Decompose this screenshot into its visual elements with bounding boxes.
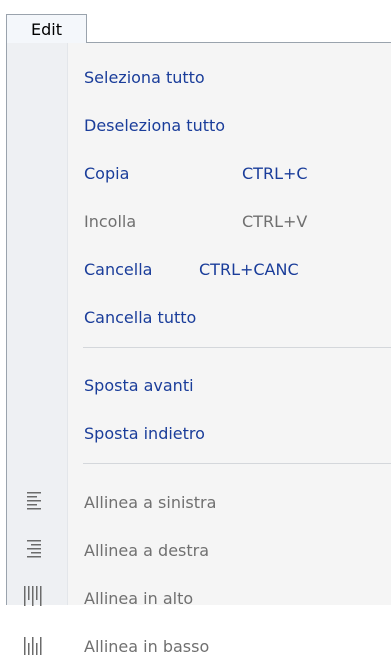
menu-item-label: Sposta indietro	[84, 423, 205, 443]
menu-item-label: Allinea a sinistra	[84, 492, 217, 512]
align-left-icon	[15, 491, 49, 513]
align-right-icon	[15, 539, 49, 561]
menu-item-label: Sposta avanti	[84, 375, 194, 395]
menu-item-label: Incolla	[84, 211, 137, 231]
menu-item-shortcut: CTRL+CANC	[199, 259, 299, 279]
menu-item-label: Cancella	[84, 259, 153, 279]
menu-item-allinea-alto[interactable]: Allinea in alto	[67, 579, 391, 617]
menu-item-label: Copia	[84, 163, 130, 183]
menu-item-allinea-destra[interactable]: Allinea a destra	[67, 531, 391, 569]
align-bottom-icon	[15, 633, 49, 655]
menu-item-label: Allinea in basso	[84, 636, 210, 656]
menu-item-cancella-tutto[interactable]: Cancella tutto	[67, 298, 391, 336]
menu-item-shortcut: CTRL+V	[242, 211, 308, 231]
menu-item-incolla[interactable]: Incolla CTRL+V	[67, 202, 391, 240]
edit-menu-label: Edit	[31, 19, 62, 39]
menu-item-shortcut: CTRL+C	[242, 163, 308, 183]
menu-item-deseleziona-tutto[interactable]: Deseleziona tutto	[67, 106, 391, 144]
menu-separator	[83, 463, 391, 464]
menu-icon-gutter	[7, 43, 68, 605]
menu-item-allinea-sinistra[interactable]: Allinea a sinistra	[67, 483, 391, 521]
menu-item-copia[interactable]: Copia CTRL+C	[67, 154, 391, 192]
menu-item-label: Allinea a destra	[84, 540, 210, 560]
menu-item-allinea-basso[interactable]: Allinea in basso	[67, 627, 391, 665]
edit-dropdown-menu: Seleziona tutto Deseleziona tutto Copia …	[6, 42, 391, 656]
menu-item-seleziona-tutto[interactable]: Seleziona tutto	[67, 58, 391, 96]
menu-item-label: Seleziona tutto	[84, 67, 205, 87]
edit-menu-tab[interactable]: Edit	[6, 14, 87, 43]
menu-item-label: Cancella tutto	[84, 307, 197, 327]
menu-item-cancella[interactable]: Cancella CTRL+CANC	[67, 250, 391, 288]
menu-separator	[83, 347, 391, 348]
menu-item-label: Deseleziona tutto	[84, 115, 226, 135]
menu-item-sposta-indietro[interactable]: Sposta indietro	[67, 414, 391, 452]
menu-item-sposta-avanti[interactable]: Sposta avanti	[67, 366, 391, 404]
